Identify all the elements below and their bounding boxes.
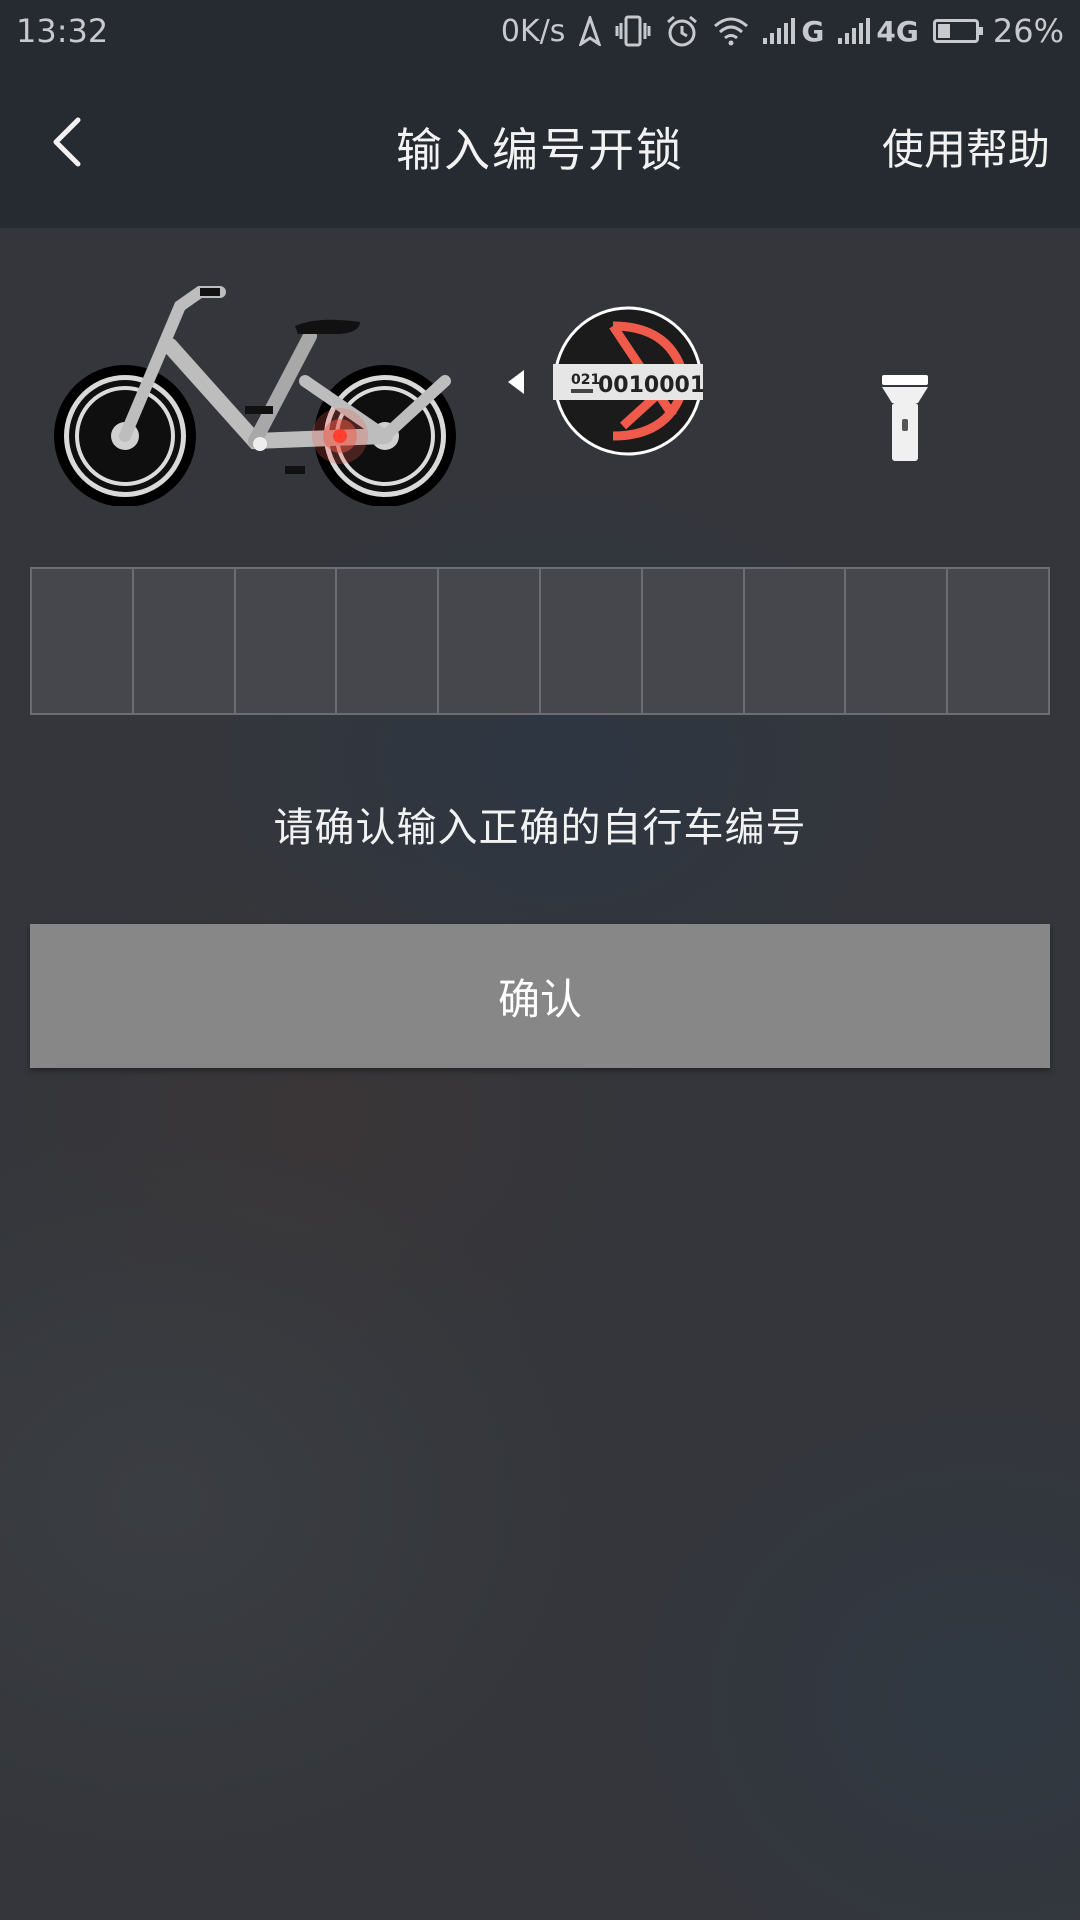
digit-box[interactable] [744, 569, 847, 713]
wifi-icon [714, 17, 749, 46]
digit-box[interactable] [846, 569, 949, 713]
confirm-button[interactable]: 确认 [30, 924, 1050, 1068]
digit-box[interactable] [235, 569, 338, 713]
network-4g: 4G [876, 14, 919, 48]
status-icons: 0K/s G 4G 26% [501, 12, 1064, 50]
digit-box[interactable] [439, 569, 541, 713]
bike-illustration [54, 286, 456, 506]
app-header: 输入编号开锁 使用帮助 [0, 62, 1080, 228]
location-icon [579, 16, 602, 46]
battery-percent: 26% [992, 12, 1064, 50]
digit-box[interactable] [133, 569, 236, 713]
digit-box[interactable] [642, 569, 745, 713]
signal-icon [838, 18, 871, 44]
alarm-icon [667, 15, 698, 47]
bike-number-input[interactable] [30, 567, 1050, 715]
pointer-arrow-icon [508, 370, 524, 394]
plate-number: 0010001 [598, 373, 703, 398]
unlock-illustration: 021 0010001 [0, 230, 1080, 530]
flashlight-icon[interactable] [880, 375, 930, 465]
bike-number-plate: 021 0010001 [553, 306, 703, 456]
signal-icon [763, 18, 796, 44]
input-hint: 请确认输入正确的自行车编号 [273, 805, 807, 851]
help-button[interactable]: 使用帮助 [882, 116, 1050, 177]
vibrate-icon [615, 15, 651, 47]
battery-icon [932, 19, 983, 43]
status-bar: 13:32 0K/s G 4G 26% [0, 0, 1080, 62]
network-g: G [801, 14, 825, 48]
digit-box[interactable] [540, 569, 643, 713]
net-speed: 0K/s [500, 13, 566, 49]
digit-box[interactable] [948, 569, 1048, 713]
digit-box[interactable] [337, 569, 440, 713]
status-time: 13:32 [16, 12, 109, 50]
plate-prefix: 021 [571, 372, 600, 388]
digit-box[interactable] [32, 569, 134, 713]
